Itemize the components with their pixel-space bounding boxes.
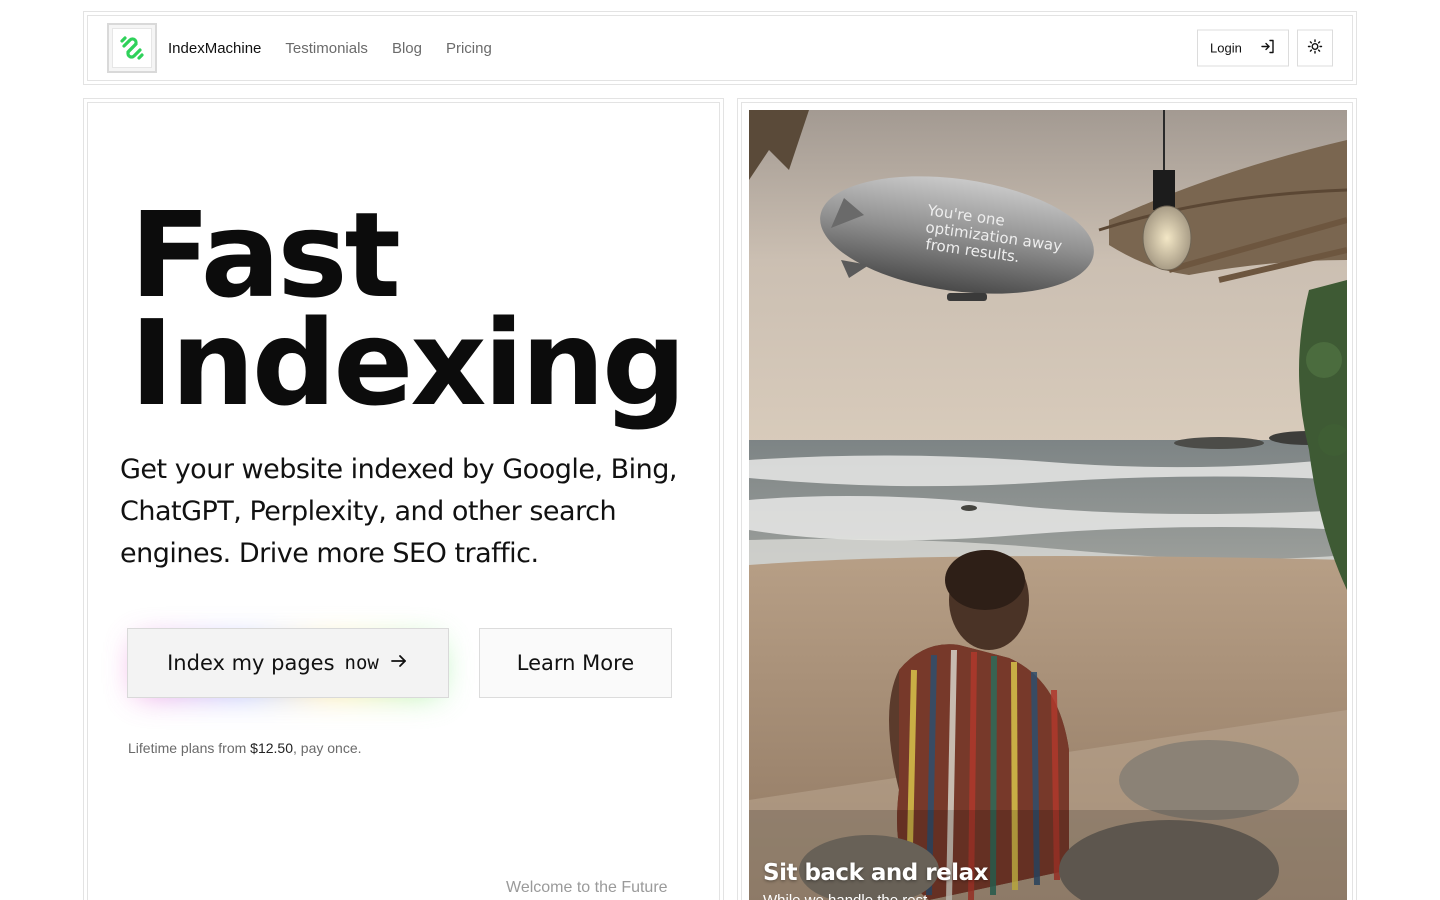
logo[interactable] <box>107 23 157 73</box>
nav-link-pricing[interactable]: Pricing <box>446 40 492 57</box>
photo-caption: Sit back and relax <box>763 860 988 886</box>
photo-subcaption: While we handle the rest <box>763 892 927 900</box>
nav-link-testimonials[interactable]: Testimonials <box>285 40 368 57</box>
primary-cta-wrapper: Index my pages now <box>127 628 449 698</box>
pricing-prefix: Lifetime plans from <box>128 740 251 756</box>
cta-primary-text: Index my pages <box>167 651 335 675</box>
login-button[interactable]: Login <box>1197 29 1289 67</box>
nav-link-blog[interactable]: Blog <box>392 40 422 57</box>
arrow-right-icon <box>389 651 409 676</box>
brand-name[interactable]: IndexMachine <box>168 40 261 57</box>
pricing-amount: $12.50 <box>250 740 293 756</box>
hero-subtitle: Get your website indexed by Google, Bing… <box>120 454 677 569</box>
theme-toggle-button[interactable] <box>1297 29 1333 67</box>
pricing-note: Lifetime plans from $12.50, pay once. <box>128 740 362 756</box>
pricing-suffix: , pay once. <box>293 740 362 756</box>
login-label: Login <box>1210 40 1242 56</box>
nav-actions: Login <box>1197 29 1333 67</box>
photo-card: You're one optimization away from result… <box>737 98 1357 900</box>
link-icon <box>112 28 152 68</box>
hero-title: Fast Indexing <box>130 186 686 432</box>
navbar: IndexMachine Testimonials Blog Pricing L… <box>83 11 1357 85</box>
hero-title-line2: Indexing <box>130 294 686 432</box>
log-in-icon <box>1260 39 1276 58</box>
index-pages-button[interactable]: Index my pages now <box>127 628 449 698</box>
photo-card-inner: You're one optimization away from result… <box>741 102 1353 900</box>
learn-more-button[interactable]: Learn More <box>479 628 672 698</box>
beach-photo: You're one optimization away from result… <box>749 110 1347 900</box>
navbar-inner: IndexMachine Testimonials Blog Pricing L… <box>87 15 1353 81</box>
welcome-text: Welcome to the Future <box>506 879 668 896</box>
hero-card: Fast Indexing Get your website indexed b… <box>83 98 724 900</box>
hero-title-line1: Fast <box>130 186 401 324</box>
sun-icon <box>1307 38 1323 58</box>
cta-primary-emphasis: now <box>344 652 379 674</box>
hero-card-inner: Fast Indexing Get your website indexed b… <box>87 102 720 900</box>
